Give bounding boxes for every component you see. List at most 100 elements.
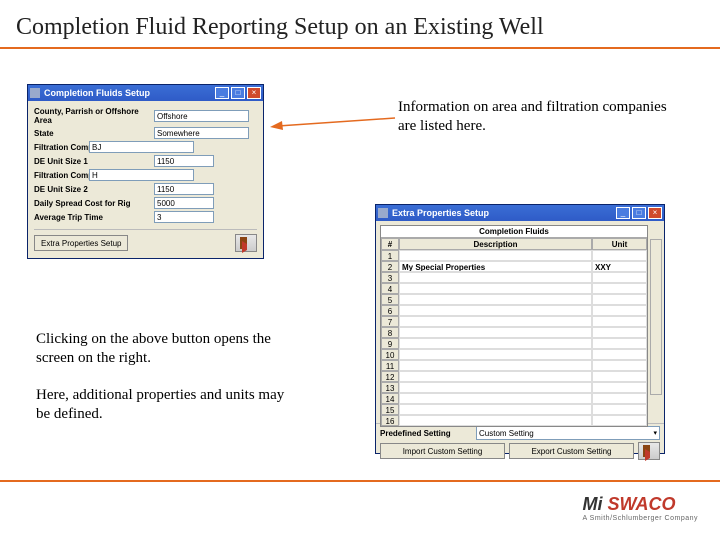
input-triptime[interactable]: 3: [154, 211, 214, 223]
input-filtco2[interactable]: H: [89, 169, 194, 181]
cell-desc[interactable]: [399, 294, 592, 305]
cell-desc[interactable]: [399, 349, 592, 360]
maximize-button[interactable]: □: [231, 87, 245, 99]
exit-icon[interactable]: [235, 234, 257, 252]
input-unit2[interactable]: 1150: [154, 183, 214, 195]
row-num: 9: [381, 338, 399, 349]
cell-desc[interactable]: [399, 272, 592, 283]
row-num: 15: [381, 404, 399, 415]
cell-unit[interactable]: [592, 338, 647, 349]
cell-desc[interactable]: My Special Properties: [399, 261, 592, 272]
cell-desc[interactable]: [399, 393, 592, 404]
label-unit2: DE Unit Size 2: [34, 185, 154, 194]
logo-subtext: A Smith/Schlumberger Company: [582, 515, 698, 522]
import-custom-setting-button[interactable]: Import Custom Setting: [380, 443, 505, 459]
minimize-button[interactable]: _: [215, 87, 229, 99]
cell-unit[interactable]: [592, 250, 647, 261]
divider-bottom: [0, 480, 720, 482]
row-num: 8: [381, 327, 399, 338]
cell-unit[interactable]: [592, 360, 647, 371]
cell-desc[interactable]: [399, 338, 592, 349]
cell-unit[interactable]: [592, 371, 647, 382]
row-num: 4: [381, 283, 399, 294]
app-icon-2: [378, 208, 388, 218]
cell-desc[interactable]: [399, 305, 592, 316]
row-num: 1: [381, 250, 399, 261]
label-area: County, Parrish or Offshore Area: [34, 107, 154, 125]
input-dailycost[interactable]: 5000: [154, 197, 214, 209]
logo: Mi SWACO A Smith/Schlumberger Company: [582, 494, 698, 522]
close-button-2[interactable]: ×: [648, 207, 662, 219]
cell-desc[interactable]: [399, 283, 592, 294]
grid-section-title: Completion Fluids: [381, 226, 647, 238]
col-unit: Unit: [592, 238, 647, 250]
row-num: 2: [381, 261, 399, 272]
cell-unit[interactable]: [592, 316, 647, 327]
arrow-left: [270, 108, 400, 137]
label-triptime: Average Trip Time: [34, 213, 154, 222]
row-num: 11: [381, 360, 399, 371]
window-title-1: Completion Fluids Setup: [44, 88, 213, 98]
app-icon: [30, 88, 40, 98]
label-unit1: DE Unit Size 1: [34, 157, 154, 166]
cell-desc[interactable]: [399, 382, 592, 393]
titlebar-1[interactable]: Completion Fluids Setup _ □ ×: [28, 85, 263, 101]
divider-top: [0, 47, 720, 49]
cell-unit[interactable]: XXY: [592, 261, 647, 272]
titlebar-2[interactable]: Extra Properties Setup _ □ ×: [376, 205, 664, 221]
row-num: 6: [381, 305, 399, 316]
cell-unit[interactable]: [592, 272, 647, 283]
input-state[interactable]: Somewhere: [154, 127, 249, 139]
export-custom-setting-button[interactable]: Export Custom Setting: [509, 443, 634, 459]
annotation-click-button: Clicking on the above button opens the s…: [36, 330, 296, 368]
window-completion-fluids-setup: Completion Fluids Setup _ □ × County, Pa…: [27, 84, 264, 259]
row-num: 3: [381, 272, 399, 283]
logo-text-2: SWACO: [607, 494, 675, 514]
cell-unit[interactable]: [592, 404, 647, 415]
extra-properties-setup-button[interactable]: Extra Properties Setup: [34, 235, 128, 251]
cell-desc[interactable]: [399, 250, 592, 261]
cell-unit[interactable]: [592, 393, 647, 404]
predefined-label: Predefined Setting: [380, 429, 470, 438]
annotation-area-info: Information on area and filtration compa…: [398, 98, 678, 136]
predefined-setting-dropdown[interactable]: Custom Setting: [476, 426, 660, 440]
cell-unit[interactable]: [592, 382, 647, 393]
row-num: 13: [381, 382, 399, 393]
window-extra-properties-setup: Extra Properties Setup _ □ × Completion …: [375, 204, 665, 454]
scrollbar[interactable]: [650, 239, 662, 395]
row-num: 12: [381, 371, 399, 382]
label-state: State: [34, 129, 154, 138]
grid: Completion Fluids # Description Unit 12M…: [380, 225, 648, 427]
cell-desc[interactable]: [399, 360, 592, 371]
cell-unit[interactable]: [592, 305, 647, 316]
row-num: 14: [381, 393, 399, 404]
col-desc: Description: [399, 238, 592, 250]
window-title-2: Extra Properties Setup: [392, 208, 614, 218]
minimize-button-2[interactable]: _: [616, 207, 630, 219]
cell-unit[interactable]: [592, 349, 647, 360]
cell-unit[interactable]: [592, 294, 647, 305]
cell-unit[interactable]: [592, 283, 647, 294]
cell-desc[interactable]: [399, 404, 592, 415]
cell-desc[interactable]: [399, 327, 592, 338]
input-filtco1[interactable]: BJ: [89, 141, 194, 153]
cell-desc[interactable]: [399, 371, 592, 382]
label-dailycost: Daily Spread Cost for Rig: [34, 199, 154, 208]
cell-desc[interactable]: [399, 415, 592, 426]
slide-title: Completion Fluid Reporting Setup on an E…: [0, 0, 720, 47]
input-area[interactable]: Offshore: [154, 110, 249, 122]
row-num: 5: [381, 294, 399, 305]
close-button[interactable]: ×: [247, 87, 261, 99]
cell-desc[interactable]: [399, 316, 592, 327]
cell-unit[interactable]: [592, 415, 647, 426]
col-num: #: [381, 238, 399, 250]
input-unit1[interactable]: 1150: [154, 155, 214, 167]
maximize-button-2[interactable]: □: [632, 207, 646, 219]
form-body-1: County, Parrish or Offshore AreaOffshore…: [28, 101, 263, 258]
exit-icon-2[interactable]: [638, 442, 660, 460]
row-num: 10: [381, 349, 399, 360]
cell-unit[interactable]: [592, 327, 647, 338]
row-num: 16: [381, 415, 399, 426]
row-num: 7: [381, 316, 399, 327]
logo-text-1: Mi: [582, 494, 602, 514]
